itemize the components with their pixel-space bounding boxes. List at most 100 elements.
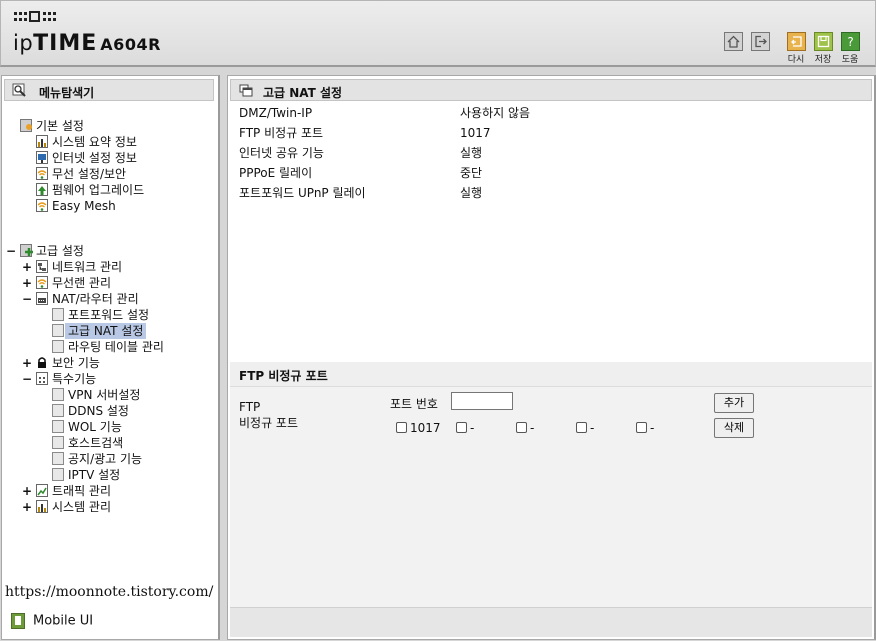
magnifier-icon xyxy=(12,83,26,97)
window-icon xyxy=(239,84,253,97)
network-icon xyxy=(36,260,48,273)
home-button[interactable] xyxy=(724,32,743,51)
table-row xyxy=(230,283,872,303)
port-checkbox[interactable] xyxy=(636,422,647,433)
menu-explorer-header: 메뉴탐색기 xyxy=(4,79,214,101)
tree-item-label: DDNS 설정 xyxy=(68,404,129,418)
monitor-icon xyxy=(36,151,48,164)
delete-button[interactable]: 삭제 xyxy=(714,418,754,438)
home-icon xyxy=(727,35,740,48)
table-row: 포트포워드 UPnP 릴레이 실행 xyxy=(230,183,872,203)
port-checkbox[interactable] xyxy=(396,422,407,433)
table-row: DMZ/Twin-IP 사용하지 않음 xyxy=(230,103,872,123)
brand-logo: ipTIME A604R xyxy=(13,31,161,56)
page-icon xyxy=(52,388,64,401)
tree-item-label: 트래픽 관리 xyxy=(52,484,112,498)
logout-button[interactable] xyxy=(751,32,770,51)
add-button[interactable]: 추가 xyxy=(714,393,754,413)
retry-label: 다시 xyxy=(787,55,805,65)
tree-item-label: 공지/광고 기능 xyxy=(68,452,143,466)
chart-icon xyxy=(36,135,48,148)
lock-icon xyxy=(36,356,48,369)
port-checkbox[interactable] xyxy=(576,422,587,433)
blog-link[interactable]: https://moonnote.tistory.com/ xyxy=(5,584,213,600)
tree-item-label: 고급 NAT 설정 xyxy=(65,323,147,339)
header-bar: ipTIME A604R 다시 저장 ? 도움 xyxy=(0,0,876,67)
port-checkbox-label: - xyxy=(590,421,595,435)
port-checkbox[interactable] xyxy=(456,422,467,433)
port-checkbox-label: 1017 xyxy=(410,421,441,435)
tree-item-label: 포트포워드 설정 xyxy=(68,308,150,322)
collapse-toggle[interactable]: − xyxy=(22,291,32,307)
tree-item-label: 펌웨어 업그레이드 xyxy=(52,183,145,197)
page-icon xyxy=(52,452,64,465)
main-footer-bar xyxy=(230,607,872,637)
table-row xyxy=(230,263,872,283)
row-key: DMZ/Twin-IP xyxy=(239,106,313,120)
expand-toggle[interactable]: + xyxy=(22,275,32,291)
wifi-icon xyxy=(36,199,48,212)
tree-item-label: Easy Mesh xyxy=(52,199,116,213)
table-row: FTP 비정규 포트 1017 xyxy=(230,123,872,143)
page-title-bar: 고급 NAT 설정 xyxy=(230,79,872,101)
ftp-field-label: FTP 비정규 포트 xyxy=(239,399,298,431)
row-key: FTP 비정규 포트 xyxy=(239,126,324,140)
collapse-toggle[interactable]: − xyxy=(22,371,32,387)
expand-toggle[interactable]: + xyxy=(22,483,32,499)
ftp-label-line2: 비정규 포트 xyxy=(239,416,299,430)
mobile-ui-link[interactable]: Mobile UI xyxy=(11,613,93,629)
iptime-logo-icon xyxy=(14,11,56,22)
upgrade-icon xyxy=(36,183,48,196)
page-icon xyxy=(52,324,64,337)
expand-toggle[interactable]: + xyxy=(22,355,32,371)
table-row: PPPoE 릴레이 중단 xyxy=(230,163,872,183)
expand-toggle[interactable]: + xyxy=(22,259,32,275)
table-row: 인터넷 공유 기능 실행 xyxy=(230,143,872,163)
save-label: 저장 xyxy=(814,55,832,65)
page-title: 고급 NAT 설정 xyxy=(263,86,343,100)
collapse-toggle[interactable]: − xyxy=(6,243,16,259)
row-value: 1017 xyxy=(460,126,491,140)
help-icon: ? xyxy=(847,35,853,49)
port-checkbox-label: - xyxy=(650,421,655,435)
retry-button[interactable] xyxy=(787,32,806,51)
tree-item-label: 라우팅 테이블 관리 xyxy=(68,340,164,354)
port-checkbox[interactable] xyxy=(516,422,527,433)
tree-item-label: 무선랜 관리 xyxy=(52,276,112,290)
row-value: 중단 xyxy=(460,166,483,180)
undo-icon xyxy=(791,36,802,47)
ftp-section-title: FTP 비정규 포트 xyxy=(239,369,328,383)
brand-prefix: ip xyxy=(13,31,34,55)
expand-toggle[interactable]: + xyxy=(22,499,32,515)
row-key: PPPoE 릴레이 xyxy=(239,166,313,180)
tree-item-label: IPTV 설정 xyxy=(68,468,121,482)
chart-icon xyxy=(36,500,48,513)
main-content-panel: 고급 NAT 설정 DMZ/Twin-IP 사용하지 않음 FTP 비정규 포트 10… xyxy=(227,75,876,640)
table-row xyxy=(230,243,872,263)
model-name: A604R xyxy=(100,35,161,54)
port-number-input[interactable] xyxy=(451,392,513,410)
help-button[interactable]: ? xyxy=(841,32,860,51)
menu-explorer-title: 메뉴탐색기 xyxy=(39,86,95,100)
ftp-section-header: FTP 비정규 포트 xyxy=(230,362,872,387)
logout-icon xyxy=(755,35,767,48)
tree-item-label: NAT/라우터 관리 xyxy=(52,292,139,306)
tree-item-label: 특수기능 xyxy=(52,372,97,386)
page-icon xyxy=(52,404,64,417)
page-icon xyxy=(52,308,64,321)
mobile-ui-label: Mobile UI xyxy=(33,613,94,629)
port-checkbox-label: - xyxy=(470,421,475,435)
brand-bold: TIME xyxy=(33,31,98,56)
menu-explorer-panel: 메뉴탐색기 기본 설정 시스템 요약 정보 인터넷 설정 정보 무선 설정/보안 펌웨어… xyxy=(1,75,220,640)
tree-item-label: 기본 설정 xyxy=(36,119,84,133)
port-checkbox-label: - xyxy=(530,421,535,435)
save-button[interactable] xyxy=(814,32,833,51)
row-value: 실행 xyxy=(460,186,483,200)
table-row xyxy=(230,323,872,343)
tree-item-label: WOL 기능 xyxy=(68,420,122,434)
wifi-icon xyxy=(36,276,48,289)
table-row xyxy=(230,303,872,323)
tree-item-label: VPN 서버설정 xyxy=(68,388,141,402)
page-icon xyxy=(52,468,64,481)
page-icon xyxy=(52,436,64,449)
